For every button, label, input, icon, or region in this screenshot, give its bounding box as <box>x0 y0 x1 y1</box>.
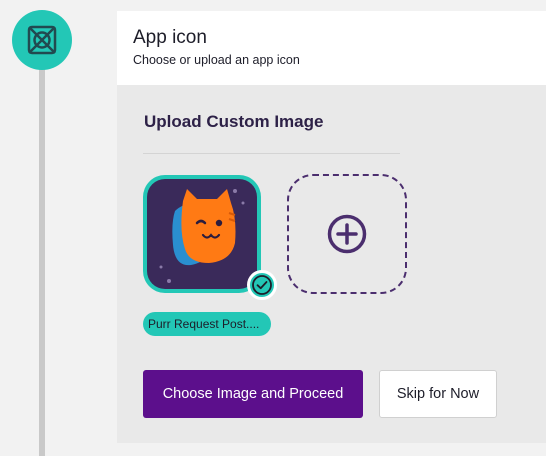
divider <box>143 153 400 154</box>
selected-image-name: Purr Request Post.... <box>143 312 271 336</box>
card-header: App icon Choose or upload an app icon <box>117 11 546 85</box>
selected-image-tile[interactable] <box>143 175 261 293</box>
plus-circle-icon <box>327 214 367 254</box>
card-title: App icon <box>133 27 207 48</box>
card-subtitle: Choose or upload an app icon <box>133 53 300 67</box>
choose-image-button[interactable]: Choose Image and Proceed <box>143 370 363 418</box>
app-icon-card: App icon Choose or upload an app icon Up… <box>117 11 546 443</box>
check-circle-icon <box>252 275 272 295</box>
cat-mascot-image <box>159 189 245 283</box>
skip-button[interactable]: Skip for Now <box>379 370 497 418</box>
selected-check-badge <box>247 270 277 300</box>
section-title: Upload Custom Image <box>144 112 324 131</box>
upload-image-button[interactable] <box>287 174 407 294</box>
image-frame <box>147 179 257 289</box>
layout-grid-icon <box>27 25 57 55</box>
step-badge <box>12 10 72 70</box>
timeline-line <box>39 40 45 456</box>
